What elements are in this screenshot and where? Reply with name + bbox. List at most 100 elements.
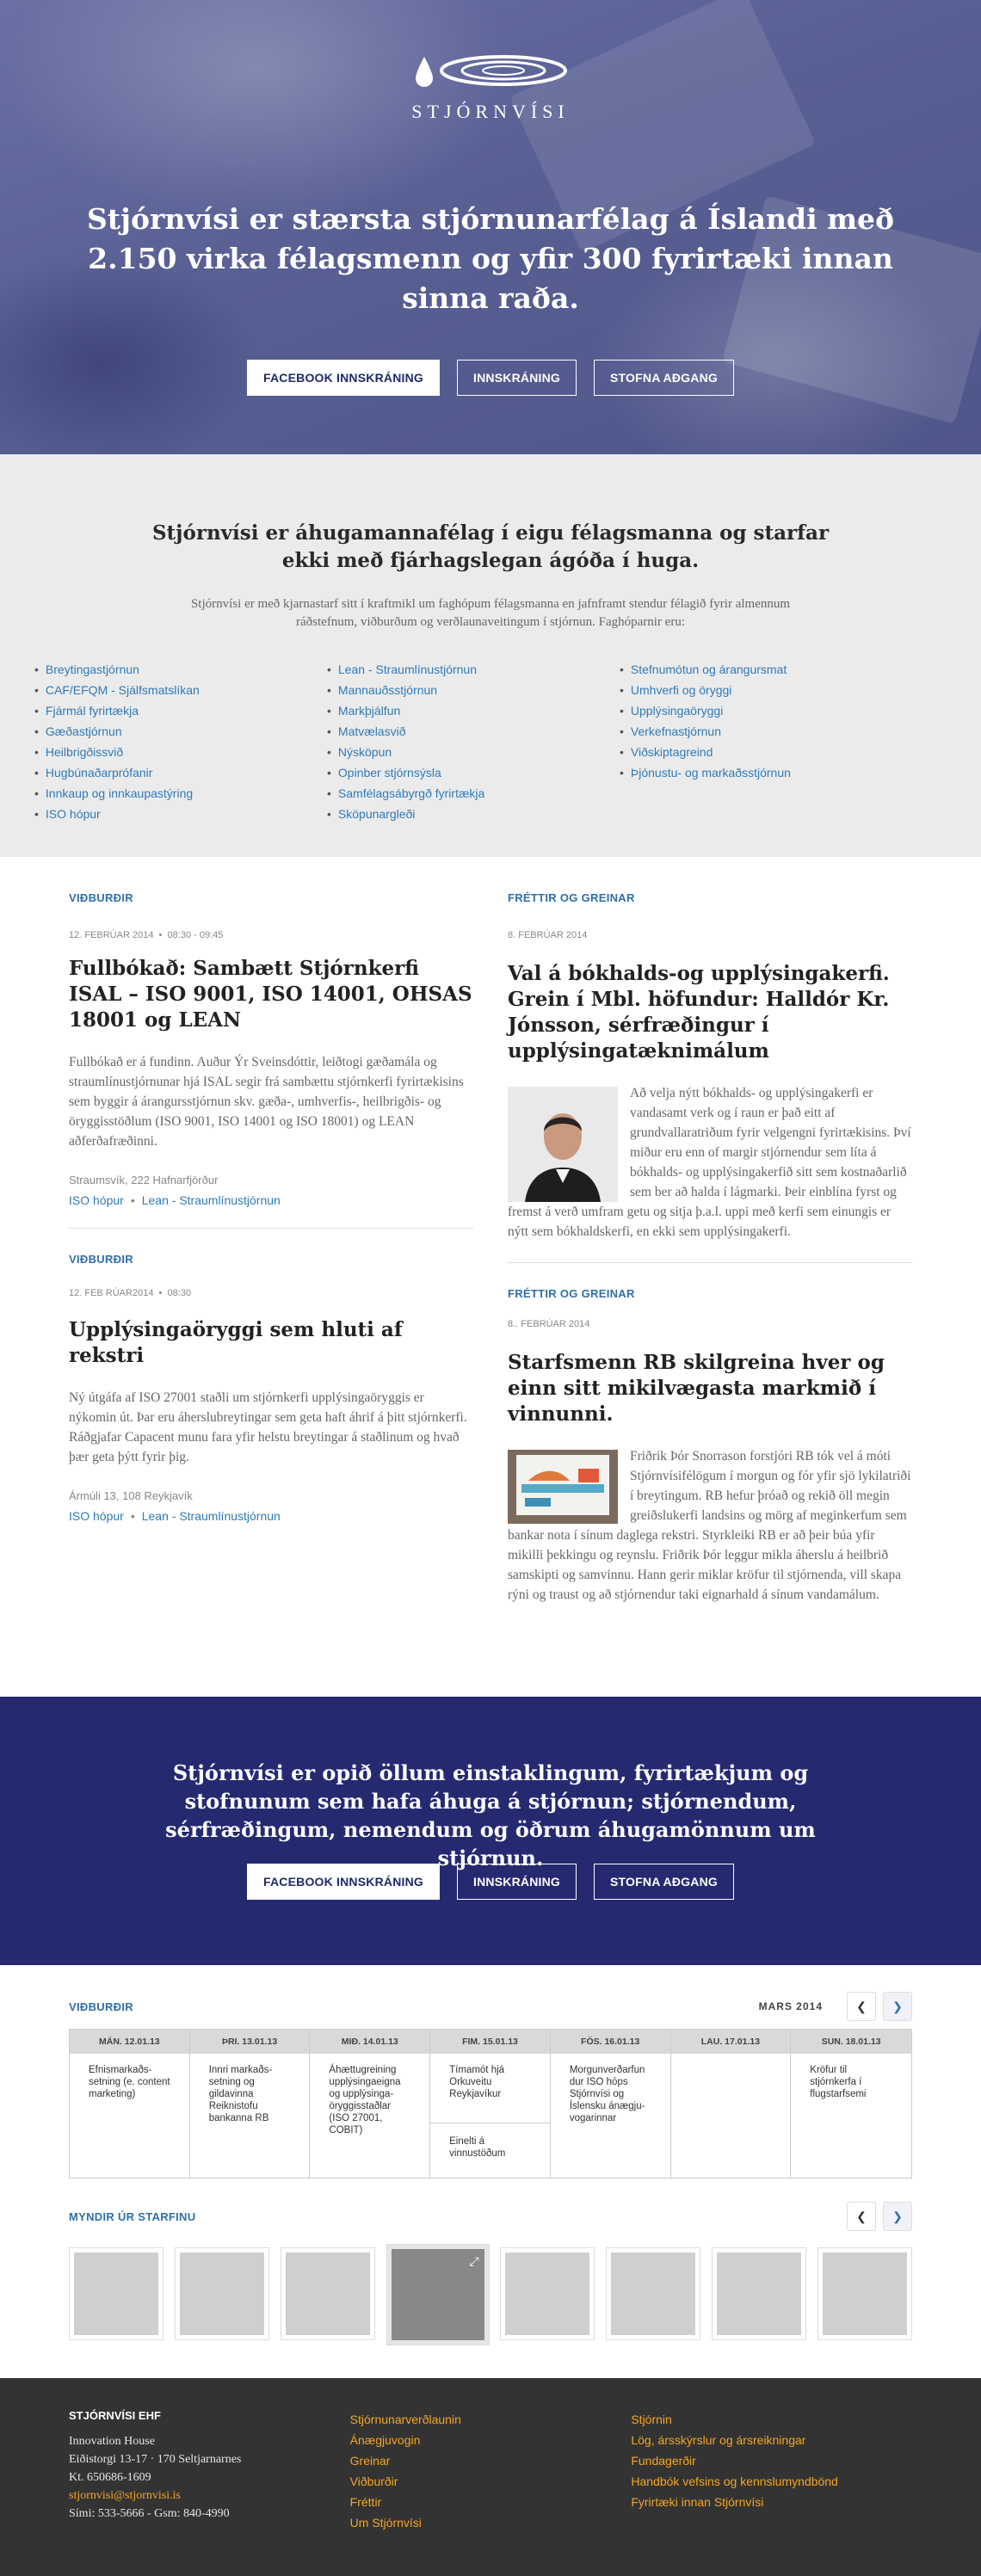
news-item: FRÉTTIR OG GREINAR 8.. FEBRÚAR 2014 Star… — [508, 1287, 912, 1605]
hero-section: STJÓRNVÍSI Stjórnvísi er stærsta stjórnu… — [0, 0, 981, 454]
gallery-thumbnail[interactable] — [69, 2247, 164, 2340]
group-link[interactable]: Sköpunargleði — [327, 804, 620, 824]
group-link[interactable]: Mannauðsstjórnun — [327, 680, 620, 700]
gallery-thumbnail[interactable] — [280, 2247, 375, 2340]
calendar-event[interactable]: Áhættugreining upplýsingaeigna og upplýs… — [310, 2054, 429, 2145]
group-link[interactable]: Þjónustu- og markaðsstjórnun — [620, 762, 912, 783]
cta-title: Stjórnvísi er opið öllum einstaklingum, … — [165, 1760, 816, 1870]
events-section-label[interactable]: VIÐBURÐIR — [69, 1253, 473, 1266]
calendar-day-body: Innri markaðs-setning og gildavinna Reik… — [190, 2054, 310, 2178]
calendar-event[interactable]: Kröfur til stjórnkerfa í flugstarfsemi — [791, 2054, 911, 2109]
login-button[interactable]: INNSKRÁNING — [457, 1864, 577, 1900]
tag-link[interactable]: Lean - Straumlínustjórnun — [142, 1193, 281, 1207]
chevron-right-icon[interactable]: ❯ — [883, 2202, 912, 2231]
calendar-event[interactable]: Tímamót hjá Orkuveitu Reykjavíkur — [430, 2054, 550, 2123]
calendar-section-label[interactable]: VIÐBURÐIR — [69, 2000, 133, 2013]
calendar-event[interactable]: Einelti á vinnustöðum — [430, 2123, 550, 2168]
photos-section-label[interactable]: MYNDIR ÚR STARFINU — [69, 2210, 195, 2223]
news-date: 8. FEBRÚAR 2014 — [508, 930, 588, 940]
event-title[interactable]: Fullbókað: Sambætt Stjórnkerfi ISAL – IS… — [69, 956, 473, 1033]
tag-link[interactable]: ISO hópur — [69, 1193, 124, 1207]
intro-text: Stjórnvísi er með kjarnastarf sitt í kra… — [190, 597, 791, 629]
footer-link[interactable]: Stjórnin — [631, 2409, 912, 2430]
footer-link[interactable]: Stjórnunarverðlaunin — [350, 2409, 632, 2430]
gallery-thumbnail[interactable]: ⤢ — [386, 2244, 490, 2345]
chevron-right-icon[interactable]: ❯ — [883, 1992, 912, 2021]
site-logo[interactable]: STJÓRNVÍSI — [0, 50, 981, 123]
tag-link[interactable]: ISO hópur — [69, 1509, 124, 1523]
footer-link[interactable]: Fréttir — [350, 2492, 632, 2512]
group-link[interactable]: CAF/EFQM - Sjálfsmatslíkan — [34, 680, 327, 700]
gallery-thumbnail[interactable] — [500, 2247, 595, 2340]
group-link[interactable]: Breytingastjórnun — [34, 659, 327, 680]
footer-link[interactable]: Viðburðir — [350, 2471, 632, 2492]
gallery-thumbnail[interactable] — [817, 2247, 912, 2340]
chevron-left-icon[interactable]: ❮ — [847, 2202, 876, 2231]
gallery-thumbnail[interactable] — [712, 2247, 807, 2340]
events-section-label[interactable]: VIÐBURÐIR — [69, 891, 473, 904]
events-column: VIÐBURÐIR 12. FEBRÚAR 2014 • 08:30 - 09:… — [69, 891, 473, 1697]
group-column: Stefnumótun og árangursmatUmhverfi og ör… — [620, 659, 912, 824]
footer-link[interactable]: Fyrirtæki innan Stjórnvísi — [631, 2492, 912, 2512]
calendar-month: MARS 2014 — [758, 2000, 823, 2012]
create-account-button[interactable]: STOFNA AÐGANG — [594, 1864, 734, 1900]
group-link[interactable]: ISO hópur — [34, 804, 327, 824]
footer-link[interactable]: Handbók vefsins og kennslumyndbönd — [631, 2471, 912, 2492]
calendar-event[interactable]: Innri markaðs-setning og gildavinna Reik… — [190, 2054, 310, 2133]
separator-dot: • — [156, 1288, 168, 1298]
group-link[interactable]: Viðskiptagreind — [620, 742, 912, 762]
separator-dot: • — [130, 1193, 135, 1207]
footer-link[interactable]: Greinar — [350, 2450, 632, 2471]
calendar-day-label: LAU. 17.01.13 — [670, 2030, 791, 2054]
news-title[interactable]: Starfsmenn RB skilgreina hver og einn si… — [508, 1350, 912, 1427]
group-link[interactable]: Opinber stjórnsýsla — [327, 762, 620, 783]
event-date: 12. FEBRÚAR 2014 — [69, 930, 154, 940]
group-link[interactable]: Fjármál fyrirtækja — [34, 700, 327, 721]
footer-email-link[interactable]: stjornvisi@stjornvisi.is — [69, 2487, 350, 2505]
calendar-day-label: FIM. 15.01.13 — [430, 2030, 550, 2054]
calendar-event[interactable]: Efnismarkaðs-setning (e. content marketi… — [70, 2054, 189, 2109]
expand-icon[interactable]: ⤢ — [469, 2254, 478, 2269]
footer-link[interactable]: Ánægjuvogin — [350, 2430, 632, 2450]
facebook-login-button[interactable]: FACEBOOK INNSKRÁNING — [247, 360, 441, 396]
facebook-login-button[interactable]: FACEBOOK INNSKRÁNING — [247, 1864, 441, 1900]
thumbnail-image — [285, 2252, 370, 2335]
news-title[interactable]: Val á bókhalds-og upplýsingakerfi. Grein… — [508, 961, 912, 1064]
chevron-left-icon[interactable]: ❮ — [847, 1992, 876, 2021]
group-link[interactable]: Gæðastjórnun — [34, 721, 327, 742]
tag-link[interactable]: Lean - Straumlínustjórnun — [142, 1509, 281, 1523]
calendar-event[interactable]: Morgunverðarfun dur ISO hóps Stjórnvísi … — [551, 2054, 670, 2133]
group-link[interactable]: Lean - Straumlínustjórnun — [327, 659, 620, 680]
footer-link[interactable]: Fundagerðir — [631, 2450, 912, 2471]
login-button[interactable]: INNSKRÁNING — [457, 360, 577, 396]
group-link[interactable]: Stefnumótun og árangursmat — [620, 659, 912, 680]
footer-company: STJÓRNVÍSI EHF — [69, 2409, 161, 2422]
group-link[interactable]: Heilbrigðissvið — [34, 742, 327, 762]
drop-icon — [415, 57, 433, 87]
calendar-day: LAU. 17.01.13 — [670, 2030, 792, 2178]
event-title[interactable]: Upplýsingaöryggi sem hluti af rekstri — [69, 1317, 473, 1369]
calendar-section: VIÐBURÐIR MARS 2014 ❮ ❯ MÁN. 12.01.13 Efn… — [0, 1965, 981, 2378]
event-datetime: 12. FEBRÚAR 2014 • 08:30 - 09:45 — [69, 930, 473, 940]
group-link[interactable]: Hugbúnaðarprófanir — [34, 762, 327, 783]
group-link[interactable]: Umhverfi og öryggi — [620, 680, 912, 700]
group-link[interactable]: Matvælasvið — [327, 721, 620, 742]
group-link[interactable]: Samfélagsábyrgð fyrirtækja — [327, 783, 620, 804]
photo-gallery: ⤢ — [69, 2244, 912, 2345]
calendar-day: SUN. 18.01.13 Kröfur til stjórnkerfa í fl… — [791, 2030, 911, 2178]
news-section-label[interactable]: FRÉTTIR OG GREINAR — [508, 891, 912, 904]
footer-link[interactable]: Um Stjórnvísi — [350, 2512, 632, 2533]
article-photo[interactable] — [508, 1450, 618, 1524]
group-link[interactable]: Markþjálfun — [327, 700, 620, 721]
group-link[interactable]: Verkefnastjórnun — [620, 721, 912, 742]
group-link[interactable]: Innkaup og innkaupastýring — [34, 783, 327, 804]
event-body: Fullbókað er á fundinn. Auður Ýr Sveinsd… — [69, 1055, 464, 1149]
group-link[interactable]: Upplýsingaöryggi — [620, 700, 912, 721]
gallery-thumbnail[interactable] — [174, 2247, 269, 2340]
footer-link[interactable]: Lög, ársskýrslur og ársreikningar — [631, 2430, 912, 2450]
gallery-thumbnail[interactable] — [606, 2247, 701, 2340]
group-link[interactable]: Nýsköpun — [327, 742, 620, 762]
create-account-button[interactable]: STOFNA AÐGANG — [594, 360, 734, 396]
author-photo[interactable] — [508, 1087, 618, 1202]
news-section-label[interactable]: FRÉTTIR OG GREINAR — [508, 1287, 912, 1300]
